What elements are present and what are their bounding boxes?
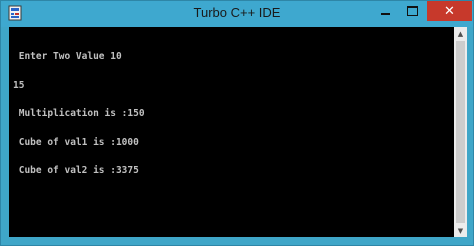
console-text: Enter Two Value 10 15 Multiplication is …	[13, 33, 145, 195]
console-window: Turbo C++ IDE ✕ Enter Two Value 10 15 Mu…	[0, 0, 474, 246]
maximize-button[interactable]	[399, 1, 426, 21]
console-line: Cube of val2 is :3375	[13, 165, 139, 176]
minimize-icon	[381, 13, 390, 15]
maximize-icon	[407, 6, 418, 16]
console-line: Enter Two Value 10	[13, 51, 122, 62]
scroll-up-arrow-icon[interactable]: ▲	[454, 27, 467, 40]
console-line: Cube of val1 is :1000	[13, 136, 139, 148]
console-output-area[interactable]: Enter Two Value 10 15 Multiplication is …	[9, 27, 454, 237]
console-line: Multiplication is :150	[13, 108, 145, 119]
window-bottom-border	[9, 237, 467, 240]
minimize-button[interactable]	[372, 1, 399, 21]
console-line: 15	[13, 79, 25, 91]
scroll-down-arrow-icon[interactable]: ▼	[454, 224, 467, 237]
close-button[interactable]: ✕	[427, 1, 472, 21]
scroll-thumb[interactable]	[456, 41, 465, 223]
vertical-scrollbar[interactable]: ▲ ▼	[454, 27, 467, 237]
title-bar[interactable]: Turbo C++ IDE ✕	[1, 1, 473, 27]
close-icon: ✕	[444, 3, 455, 19]
